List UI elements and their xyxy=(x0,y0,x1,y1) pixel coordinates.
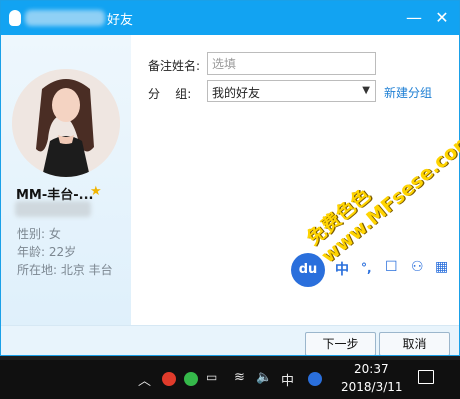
wechat-tray-icon[interactable] xyxy=(184,372,198,386)
avatar xyxy=(12,69,120,177)
baidu-tray-icon[interactable] xyxy=(308,372,322,386)
new-group-link[interactable]: 新建分组 xyxy=(384,84,432,101)
titlebar: 好友 — ✕ xyxy=(1,1,459,35)
toolbox-icon[interactable]: ▦ xyxy=(435,259,448,275)
close-button[interactable]: ✕ xyxy=(431,7,453,29)
cancel-button[interactable]: 取消 xyxy=(379,332,450,355)
skin-icon[interactable]: ☐ xyxy=(385,259,398,275)
avatar-photo xyxy=(12,69,120,177)
wifi-icon[interactable]: ≋ xyxy=(234,370,245,385)
group-selected-value: 我的好友 xyxy=(212,86,261,100)
punctuation-icon[interactable]: °, xyxy=(361,261,372,275)
location-info: 所在地: 北京 丰台 xyxy=(17,263,113,277)
qq-tray-icon[interactable] xyxy=(162,372,176,386)
group-select[interactable]: 我的好友 ▼ xyxy=(207,80,376,102)
user-icon[interactable]: ⚇ xyxy=(411,259,424,275)
gender-info: 性别: 女 xyxy=(17,227,61,241)
remark-label: 备注姓名: xyxy=(148,59,201,73)
add-friend-dialog: 好友 — ✕ MM-丰台-... ★ 性别: 女 年龄: 22岁 所在地: 北京… xyxy=(0,0,460,356)
minimize-button[interactable]: — xyxy=(403,7,425,29)
blurred-username xyxy=(25,10,105,26)
notification-icon[interactable] xyxy=(418,370,434,384)
next-button[interactable]: 下一步 xyxy=(305,332,376,355)
blurred-account-id xyxy=(15,201,91,217)
volume-icon[interactable]: 🔈 xyxy=(256,370,272,385)
dialog-title: 好友 xyxy=(107,13,134,28)
ime-toolbar: du 中 °, ☐ ⚇ ▦ xyxy=(289,253,457,287)
battery-icon[interactable]: ▭ xyxy=(206,370,217,384)
chevron-down-icon: ▼ xyxy=(362,85,370,96)
profile-panel: MM-丰台-... ★ 性别: 女 年龄: 22岁 所在地: 北京 丰台 xyxy=(1,35,131,325)
dialog-footer: 下一步 取消 xyxy=(1,325,459,355)
chevron-up-icon[interactable]: ︿ xyxy=(138,370,151,389)
qq-logo-icon xyxy=(9,10,21,26)
remark-input[interactable] xyxy=(207,52,376,75)
clock-time[interactable]: 20:37 xyxy=(354,362,389,376)
clock-date[interactable]: 2018/3/11 xyxy=(341,380,403,394)
taskbar: ︿ ▭ ≋ 🔈 中 20:37 2018/3/11 xyxy=(0,360,460,399)
group-label: 分 组: xyxy=(148,87,192,101)
baidu-ime-logo[interactable]: du xyxy=(291,253,325,287)
star-icon: ★ xyxy=(90,184,102,199)
age-info: 年龄: 22岁 xyxy=(17,245,77,259)
ime-indicator[interactable]: 中 xyxy=(281,370,294,389)
ime-mode-toggle[interactable]: 中 xyxy=(335,259,349,279)
